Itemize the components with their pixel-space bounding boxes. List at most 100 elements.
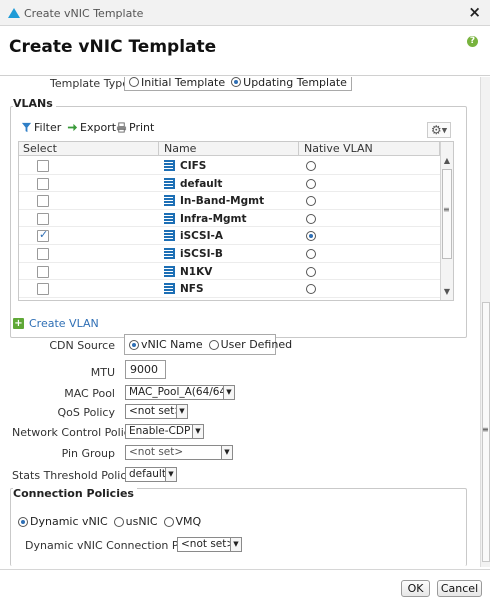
mac-pool-select[interactable]: MAC_Pool_A(64/64) ▼ [125,385,235,400]
column-header-name[interactable]: Name [164,142,196,155]
native-vlan-radio[interactable] [306,196,316,207]
vlans-section-title: VLANs [13,97,56,110]
vlan-icon [164,248,176,259]
table-row[interactable]: iSCSI-A [19,227,441,245]
printer-icon [116,122,127,133]
column-header-native-vlan[interactable]: Native VLAN [304,142,373,155]
table-row[interactable]: NFS [19,280,441,298]
native-vlan-radio[interactable] [306,178,316,189]
chevron-down-icon: ▼ [221,446,232,459]
vlan-icon [164,212,176,224]
filter-icon [21,122,32,133]
mtu-field[interactable]: 9000 [125,360,166,379]
close-icon[interactable]: × [468,3,481,21]
chevron-down-icon: ▼ [165,468,176,481]
table-row[interactable]: default [19,175,441,193]
select-checkbox[interactable] [37,265,49,278]
vlan-name: Infra-Mgmt [180,212,247,225]
native-vlan-radio[interactable] [306,284,316,295]
pin-group-label: Pin Group [61,447,115,460]
app-logo-icon [8,8,20,18]
vlan-name: iSCSI-A [180,230,224,243]
native-vlan-radio[interactable] [306,266,316,277]
vlan-icon [164,265,176,277]
dialog-footer: OK Cancel [0,569,490,600]
vlan-name: default [180,177,223,190]
gear-icon: ⚙ [430,123,442,137]
dynamic-vnic-connection-policy-select[interactable]: <not set> ▼ [177,537,242,552]
table-row[interactable]: N1KV [19,263,441,281]
table-row[interactable]: In-Band-Mgmt [19,192,441,210]
vlans-table: Select Name Native VLAN CIFS default In-Ba… [18,141,454,301]
scroll-grip-icon: ≡ [443,205,450,214]
network-control-policy-select[interactable]: Enable-CDP ▼ [125,424,204,439]
window-titlebar: Create vNIC Template × [0,0,490,26]
cdn-vnic-name-radio[interactable]: vNIC Name [129,338,203,351]
cancel-button[interactable]: Cancel [437,580,482,597]
filter-button[interactable]: Filter [21,121,61,134]
select-checkbox[interactable] [37,160,49,172]
template-type-updating-radio[interactable]: Updating Template [231,77,347,89]
scroll-grip-icon: ≡ [482,425,489,434]
dynamic-vnic-radio[interactable]: Dynamic vNIC [18,515,108,528]
vlan-name: NFS [180,283,204,296]
export-button[interactable]: Export [67,121,116,134]
table-row[interactable]: iSCSI-B [19,245,441,263]
vlan-icon [164,177,176,189]
template-type-initial-radio[interactable]: Initial Template [129,77,225,89]
page-title: Create vNIC Template [9,37,217,57]
print-button[interactable]: Print [116,121,154,134]
usnic-radio[interactable]: usNIC [113,515,158,528]
vlans-toolbar: Filter Export Print [12,119,420,139]
vmq-radio[interactable]: VMQ [163,515,201,528]
qos-policy-select[interactable]: <not set> ▼ [125,404,188,419]
vlan-icon [164,283,176,295]
select-checkbox[interactable] [37,195,49,208]
native-vlan-radio[interactable] [306,213,316,224]
native-vlan-radio[interactable] [306,161,316,171]
mac-pool-label: MAC Pool [64,387,115,400]
chevron-down-icon: ▼ [176,405,187,418]
connection-policies-title: Connection Policies [13,487,137,500]
cdn-source-radio-group: vNIC Name User Defined [124,334,292,355]
table-scrollbar[interactable]: ▲ ≡ ▼ [440,142,453,300]
export-arrow-icon [67,123,78,132]
pin-group-select[interactable]: <not set> ▼ [125,445,233,460]
vlan-name: CIFS [180,160,207,172]
radio-icon [208,339,219,350]
radio-selected-icon [231,77,242,87]
column-header-select[interactable]: Select [23,142,57,155]
vlan-icon [164,195,176,207]
cdn-user-defined-radio[interactable]: User Defined [208,338,292,351]
vlan-name: N1KV [180,265,213,278]
dialog-scrollbar[interactable]: ≡ [480,77,490,567]
scroll-up-icon[interactable]: ▲ [442,156,452,166]
radio-selected-icon [18,516,28,527]
cdn-source-label: CDN Source [49,339,115,352]
select-checkbox[interactable] [37,212,49,225]
vlan-icon [164,230,176,242]
table-row[interactable]: Infra-Mgmt [19,210,441,228]
chevron-down-icon: ▼ [230,538,241,551]
table-row[interactable]: CIFS [19,157,441,175]
column-settings-button[interactable]: ⚙▼ [427,122,451,138]
stats-threshold-policy-select[interactable]: default ▼ [125,467,177,482]
vlan-name: iSCSI-B [180,248,223,260]
radio-selected-icon [129,339,139,350]
scroll-thumb[interactable] [442,169,452,259]
select-checkbox[interactable] [37,177,49,190]
native-vlan-radio[interactable] [306,231,316,242]
create-vlan-link[interactable]: + Create VLAN [13,317,99,330]
radio-icon [129,77,139,87]
select-checkbox[interactable] [37,283,49,296]
radio-icon [163,516,174,527]
ok-button[interactable]: OK [401,580,430,597]
help-icon[interactable]: ? [467,36,478,47]
select-checkbox[interactable] [37,248,49,260]
radio-icon [113,516,124,527]
select-checkbox[interactable] [37,228,49,243]
scroll-down-icon[interactable]: ▼ [442,287,452,297]
window-title: Create vNIC Template [24,7,144,20]
native-vlan-radio[interactable] [306,249,316,259]
chevron-down-icon: ▼ [223,386,234,399]
